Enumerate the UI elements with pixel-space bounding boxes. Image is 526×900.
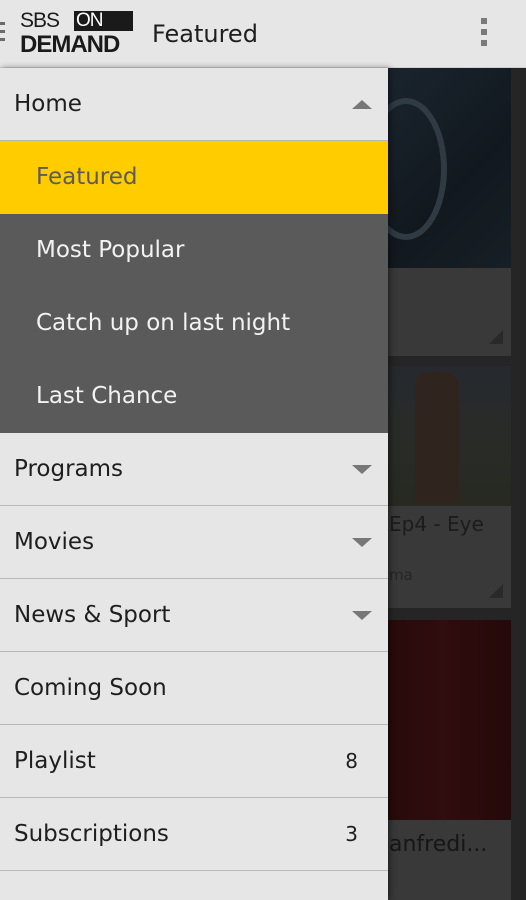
- drawer-subitem-featured[interactable]: Featured: [0, 141, 388, 214]
- drawer-item-label: Programs: [14, 456, 124, 482]
- drawer-item-label: Coming Soon: [14, 675, 167, 701]
- logo-demand: DEMAND: [20, 31, 120, 58]
- drawer-item-coming-soon[interactable]: Coming Soon: [0, 652, 388, 725]
- drawer-item-label: Last Chance: [36, 383, 178, 409]
- sbs-on-demand-logo[interactable]: SBS ON DEMAND: [20, 9, 134, 58]
- chevron-down-icon: [352, 538, 372, 547]
- playlist-count-badge: 8: [345, 749, 358, 773]
- drawer-item-label: Most Popular: [36, 237, 185, 263]
- chevron-up-icon: [352, 100, 372, 109]
- drawer-item-subscriptions[interactable]: Subscriptions 3: [0, 798, 388, 871]
- drawer-item-programs[interactable]: Programs: [0, 433, 388, 506]
- drawer-subitem-last-chance[interactable]: Last Chance: [0, 360, 388, 433]
- drawer-item-label: Playlist: [14, 748, 96, 774]
- action-bar: SBS ON DEMAND Featured: [0, 0, 526, 68]
- drawer-item-label: News & Sport: [14, 602, 171, 628]
- drawer-item-label: Featured: [36, 164, 138, 190]
- logo-on: ON: [74, 11, 133, 31]
- page-title: Featured: [152, 20, 258, 48]
- chevron-down-icon: [352, 611, 372, 620]
- logo-sbs: SBS: [20, 9, 60, 32]
- drawer-item-label: Catch up on last night: [36, 310, 291, 336]
- drawer-subitem-most-popular[interactable]: Most Popular: [0, 214, 388, 287]
- drawer-subitem-catch-up[interactable]: Catch up on last night: [0, 287, 388, 360]
- drawer-item-playlist[interactable]: Playlist 8: [0, 725, 388, 798]
- drawer-item-movies[interactable]: Movies: [0, 506, 388, 579]
- drawer-item-label: Home: [14, 91, 82, 117]
- drawer-item-label: Movies: [14, 529, 95, 555]
- drawer-indicator-icon[interactable]: [0, 22, 5, 46]
- drawer-item-news-sport[interactable]: News & Sport: [0, 579, 388, 652]
- overflow-menu-icon[interactable]: [478, 18, 490, 50]
- drawer-item-home[interactable]: Home: [0, 68, 388, 141]
- drawer-item-label: Subscriptions: [14, 821, 169, 847]
- chevron-down-icon: [352, 465, 372, 474]
- navigation-drawer: Home Featured Most Popular Catch up on l…: [0, 68, 388, 900]
- subscriptions-count-badge: 3: [345, 822, 358, 846]
